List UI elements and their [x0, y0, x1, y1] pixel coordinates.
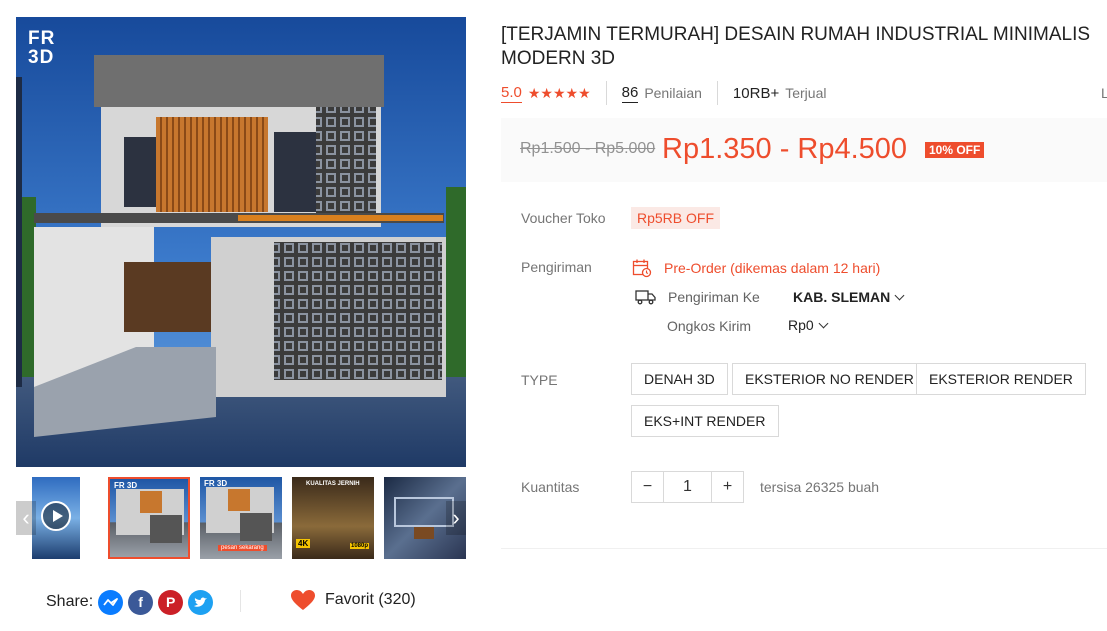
rating-row: 5.0 ★★★★★ 86 Penilaian 10RB+ Terjual: [501, 81, 827, 105]
ship-to-dropdown[interactable]: KAB. SLEMAN: [793, 289, 905, 305]
rating-label: Penilaian: [644, 85, 702, 101]
preorder-info: Pre-Order (dikemas dalam 12 hari): [632, 258, 880, 278]
share-label: Share:: [46, 593, 94, 610]
shipping-label: Pengiriman: [521, 259, 592, 275]
next-thumb-button[interactable]: ›: [446, 501, 466, 535]
ship-to-row: Pengiriman Ke: [635, 289, 760, 305]
shipping-cost-label: Ongkos Kirim: [667, 318, 752, 334]
voucher-label: Voucher Toko: [521, 210, 606, 226]
divider: [605, 81, 607, 105]
sold-label: Terjual: [785, 85, 827, 101]
play-icon[interactable]: [41, 501, 71, 531]
share-bar: Share: f P: [46, 589, 214, 615]
thumbnail-strip: FR 3D FR 3D pesan sekarang KUALITAS JERN…: [16, 477, 466, 559]
main-product-image[interactable]: FR 3D: [16, 17, 466, 467]
quantity-input[interactable]: 1: [664, 472, 711, 502]
pinterest-icon[interactable]: P: [158, 589, 184, 615]
rating-count[interactable]: 86: [621, 84, 639, 103]
ship-to-label: Pengiriman Ke: [668, 289, 760, 305]
discount-badge: 10% OFF: [925, 142, 985, 158]
favorite-label: Favorit (320): [325, 591, 416, 608]
type-option-eksterior-no-render[interactable]: EKSTERIOR NO RENDER: [732, 363, 927, 395]
original-price: Rp1.500 - Rp5.000: [520, 140, 656, 157]
house-render-image: [16, 17, 466, 467]
facebook-icon[interactable]: f: [128, 589, 154, 615]
messenger-icon[interactable]: [98, 589, 124, 615]
sold-count: 10RB+: [732, 84, 780, 102]
4k-badge: 4K: [296, 539, 311, 548]
quantity-stepper: − 1 +: [631, 471, 744, 503]
rating-value[interactable]: 5.0: [501, 84, 522, 103]
type-option-denah-3d[interactable]: DENAH 3D: [631, 363, 728, 395]
quantity-label: Kuantitas: [521, 479, 580, 495]
thumb-interior[interactable]: KUALITAS JERNIH 4K 1080p: [292, 477, 374, 559]
shipping-cost-dropdown[interactable]: Rp0: [788, 317, 829, 333]
1080p-badge: 1080p: [350, 543, 370, 549]
report-link[interactable]: L: [1101, 85, 1107, 101]
thumb-front-view[interactable]: FR 3D: [108, 477, 190, 559]
rating-stars: ★★★★★: [527, 84, 591, 101]
thumb-caption: pesan sekarang: [218, 545, 267, 551]
preorder-text: Pre-Order (dikemas dalam 12 hari): [664, 260, 881, 276]
share-divider: [240, 590, 241, 612]
type-label: TYPE: [521, 372, 558, 388]
thumb-interior-label: KUALITAS JERNIH: [306, 481, 360, 487]
type-option-eks-int-render[interactable]: EKS+INT RENDER: [631, 405, 779, 437]
stock-text: tersisa 26325 buah: [760, 479, 880, 495]
type-option-eksterior-render[interactable]: EKSTERIOR RENDER: [916, 363, 1086, 395]
heart-icon: [291, 590, 315, 610]
divider: [716, 81, 718, 105]
calendar-clock-icon: [632, 259, 652, 278]
ship-to-value: KAB. SLEMAN: [793, 289, 891, 305]
prev-thumb-button[interactable]: ‹: [16, 501, 36, 535]
twitter-icon[interactable]: [188, 589, 214, 615]
shipping-cost-value: Rp0: [788, 317, 814, 333]
increase-button[interactable]: +: [711, 472, 743, 502]
truck-icon: [635, 290, 656, 305]
brand-logo: FR 3D: [28, 28, 56, 68]
section-divider: [501, 548, 1107, 549]
thumb-logo: FR 3D: [204, 479, 228, 488]
current-price: Rp1.350 - Rp4.500: [662, 133, 908, 165]
decrease-button[interactable]: −: [632, 472, 664, 502]
thumb-front-view-2[interactable]: FR 3D pesan sekarang: [200, 477, 282, 559]
thumb-logo: FR 3D: [114, 481, 138, 490]
chevron-down-icon: [894, 290, 905, 300]
product-title: [TERJAMIN TERMURAH] DESAIN RUMAH INDUSTR…: [501, 24, 1091, 69]
favorite-button[interactable]: Favorit (320): [290, 589, 416, 611]
voucher-chip[interactable]: Rp5RB OFF: [631, 207, 721, 229]
video-thumb[interactable]: [32, 477, 80, 559]
chevron-down-icon: [818, 318, 829, 328]
